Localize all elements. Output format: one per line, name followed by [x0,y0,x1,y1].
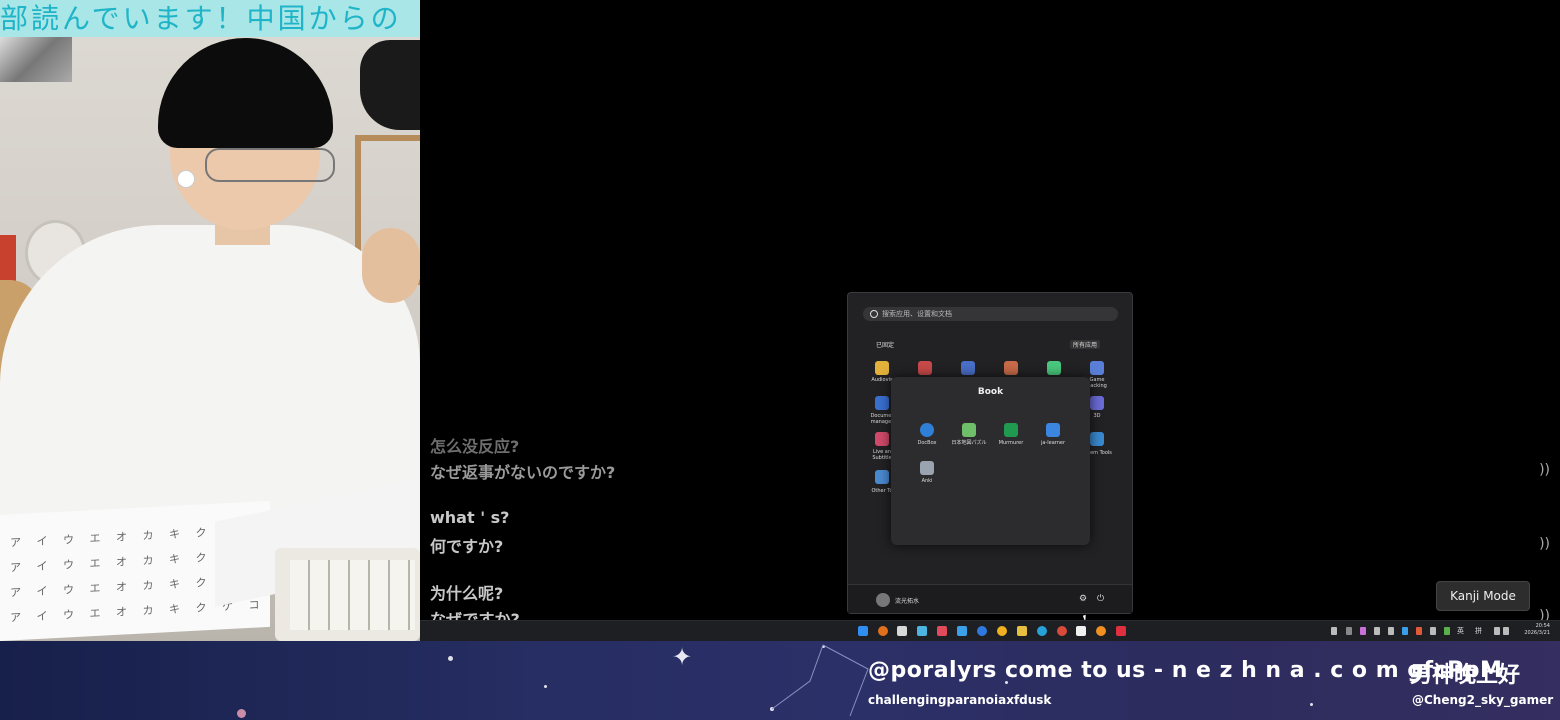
avatar[interactable] [876,593,890,607]
star [544,685,547,688]
browser-icon[interactable] [977,626,987,636]
ja-learner-icon[interactable] [1046,423,1060,437]
earbud [177,170,195,188]
webcam-feed: ア イ ウ エ オ カ キ ク ケ コ ア イ ウ エ オ カ キ ク ケ コ … [0,0,420,641]
app-icon-2[interactable] [1096,626,1106,636]
docbox-icon[interactable] [920,423,934,437]
vivaldi-icon[interactable] [1076,626,1086,636]
clock-time: 20:54 [1535,623,1550,629]
other-tools-icon[interactable] [875,470,889,484]
chat-username: challengingparanoiaxfdusk [868,693,1052,707]
wall-poster [0,37,72,82]
subtitle-line: what ' s? [430,508,510,527]
map-puzzle-icon[interactable] [962,423,976,437]
windows-start-icon[interactable] [858,626,868,636]
search-icon[interactable] [878,626,888,636]
pinned-app-icon[interactable] [961,361,975,375]
system-tools-icon[interactable] [1090,432,1104,446]
audiovis-icon[interactable] [875,361,889,375]
volume-icon[interactable] [1503,627,1509,635]
tray-icon[interactable] [1374,627,1380,635]
tray-icon[interactable] [1444,627,1450,635]
todo-icon[interactable] [957,626,967,636]
taskbar: 英 拼 20:54 2026/3/21 [420,620,1560,642]
pinned-app-icon[interactable] [918,361,932,375]
audio-indicator-icon: )) [1539,462,1550,478]
app-icon[interactable] [997,626,1007,636]
game-packing-icon[interactable] [1090,361,1104,375]
folder-app-label: DocBox [917,440,937,446]
folder-app-label: 日本地図パズル [951,440,987,446]
kanji-mode-button[interactable]: Kanji Mode [1436,581,1530,611]
3d-icon[interactable] [1090,396,1104,410]
app-icon-3[interactable] [1116,626,1126,636]
all-apps-button[interactable]: 所有应用 [1070,340,1101,349]
power-icon[interactable]: ⏻ [1097,594,1104,604]
tray-icon[interactable] [1402,627,1408,635]
file-explorer-icon[interactable] [1017,626,1027,636]
tray-icon[interactable] [1388,627,1394,635]
audio-indicator-icon: )) [1539,536,1550,552]
glasses [205,148,335,182]
network-icon[interactable] [1494,627,1500,635]
edge-icon[interactable] [1037,626,1047,636]
tray-icon[interactable] [1430,627,1436,635]
greeting-text: 男神晚上好 [1410,663,1521,688]
sparkle-icon: ✦ [672,643,693,671]
folder-title: Book [977,387,1004,397]
constellation-lines [771,644,869,717]
copilot-icon[interactable] [917,626,927,636]
subtitle-line: なぜ返事がないのですか? [430,463,616,482]
star [237,709,246,718]
clock-date: 2026/3/21 [1524,630,1550,636]
user-name[interactable]: 流光拓水 [895,596,919,605]
document-manager-icon[interactable] [875,396,889,410]
mail-icon[interactable] [897,626,907,636]
ime-indicator[interactable]: 英 [1457,626,1464,636]
tray-icon[interactable] [1360,627,1366,635]
book-folder: Book DocBox 日本地図パズル Murmurer ja-learner … [891,377,1090,623]
brave-icon[interactable] [937,626,947,636]
subtitle-line: 何ですか? [430,537,504,556]
start-menu: 搜索应用、设置和文档 已固定 所有应用 Audiovis Game packin… [847,292,1133,623]
chrome-icon[interactable] [1057,626,1067,636]
pinned-label: 已固定 [876,342,895,349]
streamer-handle: @Cheng2_sky_gamer [1412,693,1554,707]
subtitle-line: 为什么呢? [430,584,504,603]
folder-app-label: Anki [921,478,933,484]
folder-app-label: Murmurer [998,440,1024,446]
star [1310,703,1313,706]
star [448,656,453,661]
search-icon [870,310,878,318]
settings-icon[interactable]: ⚙ [1079,594,1087,604]
ime-mode-indicator[interactable]: 拼 [1475,626,1482,636]
person-hand [362,228,420,303]
stream-banner: ✦ @poralyrs come to us - n e z h n a . c… [0,641,1560,720]
subtitle-line: 怎么没反应? [430,437,520,456]
anki-icon[interactable] [920,461,934,475]
pinned-app-icon[interactable] [1004,361,1018,375]
keyboard-keys [290,560,415,630]
scrolling-ticker: 部読んでいます！中国からの [0,0,420,37]
live-subtitle-icon[interactable] [875,432,889,446]
tray-icon[interactable] [1346,627,1352,635]
start-footer: 流光拓水 ⚙ ⏻ [848,584,1132,613]
tray-icon[interactable] [1416,627,1422,635]
murmurer-icon[interactable] [1004,423,1018,437]
tray-chevron-icon[interactable] [1331,627,1337,635]
pinned-app-icon[interactable] [1047,361,1061,375]
start-search-input[interactable]: 搜索应用、设置和文档 [863,307,1118,321]
clock[interactable]: 20:54 2026/3/21 [1524,623,1550,637]
folder-app-label: ja-learner [1040,440,1066,446]
chat-message: @poralyrs come to us - n e z h n a . c o… [868,658,1503,683]
search-placeholder: 搜索应用、设置和文档 [882,310,952,318]
